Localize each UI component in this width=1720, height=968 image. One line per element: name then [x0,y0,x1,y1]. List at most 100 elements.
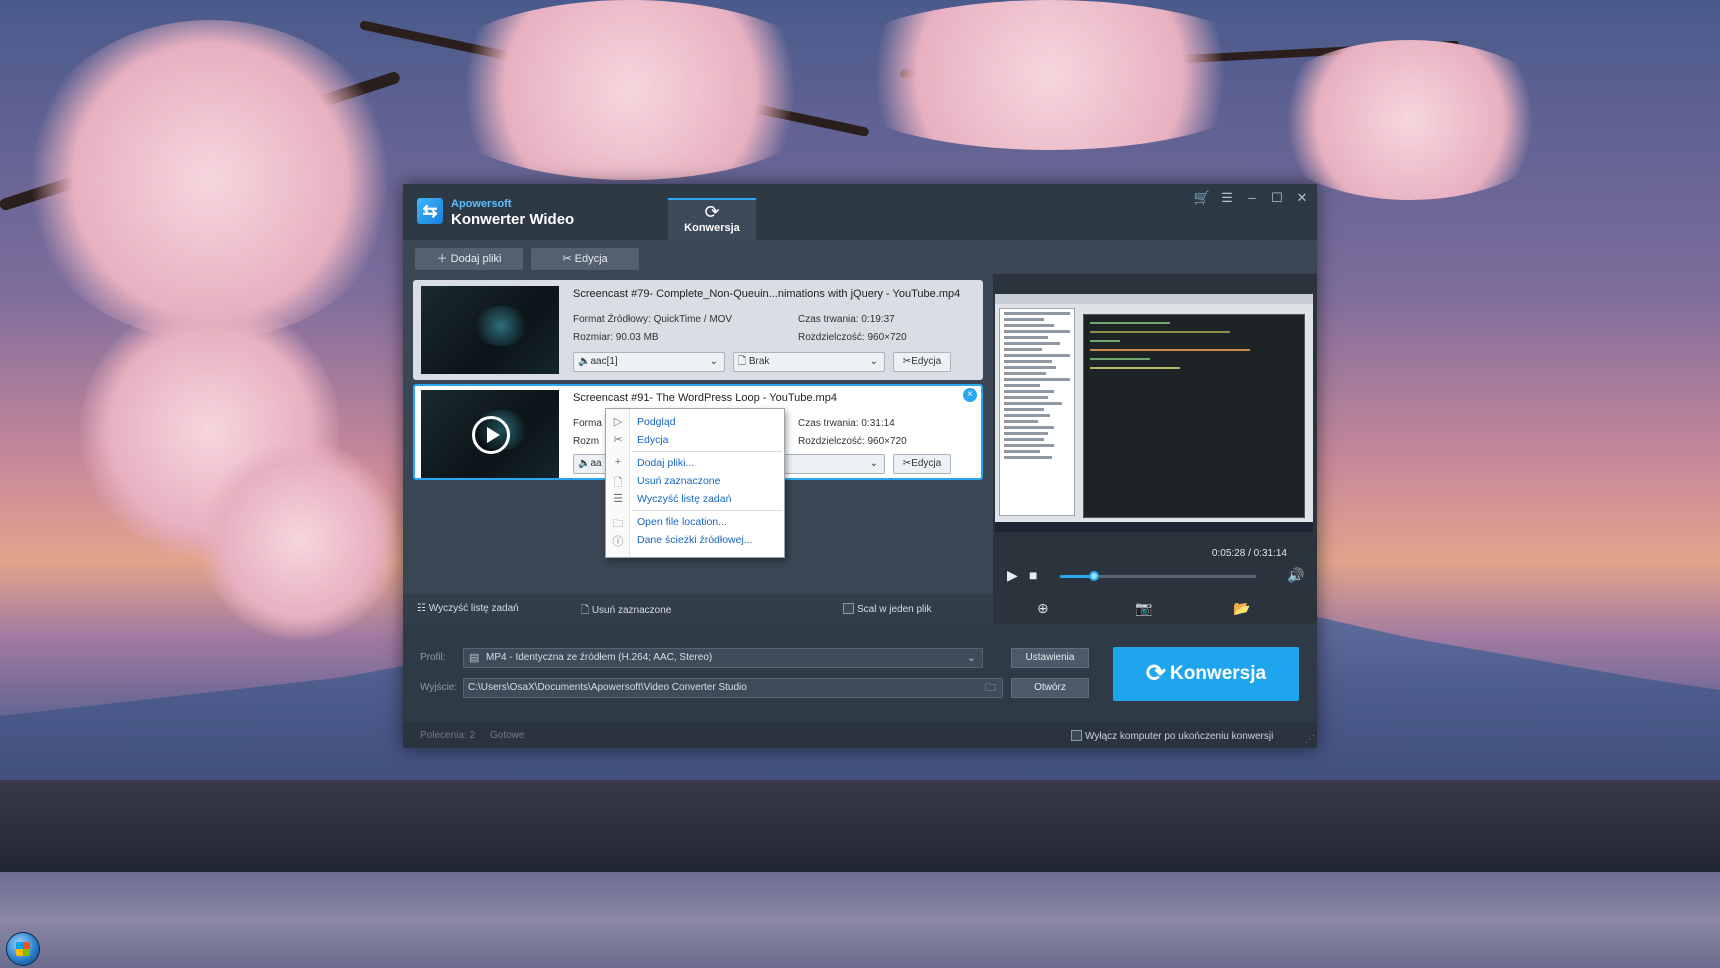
menu-item-open-location[interactable]: 🗀 Open file location... [606,513,784,531]
menu-item-label: Podgląd [637,416,676,428]
file-name: Screencast #79- Complete_Non-Queuin...ni… [573,288,961,300]
menu-item-source-info[interactable]: ⓘ Dane ścieżki źródłowej... [606,531,784,549]
menu-item-label: Dane ścieżki źródłowej... [637,534,753,546]
scissors-icon: ✂ [562,253,572,265]
audio-track-value: aa [590,458,602,469]
resize-grip-icon[interactable]: ⋰ [1305,734,1315,745]
subtitle-value: Brak [748,356,770,367]
output-label: Wyjście: [420,682,458,693]
menu-item-clear-list[interactable]: ☰ Wyczyść listę zadań [606,490,784,508]
output-path-field[interactable]: C:\Users\OsaX\Documents\Apowersoft\Video… [463,678,1003,698]
maximize-button[interactable]: ☐ [1267,190,1287,206]
duration: Czas trwania: 0:31:14 [798,418,895,429]
plus-icon: + [614,456,622,468]
app-title: Konwerter Wideo [451,211,575,228]
play-icon[interactable]: ▶ [1007,567,1018,584]
camera-icon[interactable]: 📷 [1135,600,1152,617]
audio-track-select[interactable]: 🔈aac[1] ⌄ [573,352,725,372]
clear-list-button[interactable]: ☷ Wyczyść listę zadań [417,603,519,614]
audio-track-value: aac[1] [590,356,618,367]
chevron-down-icon: ⌄ [869,458,878,469]
preview-taskbar [995,522,1313,532]
task-item[interactable]: Screencast #79- Complete_Non-Queuin...ni… [413,280,983,380]
wallpaper-blossom [420,0,840,180]
item-edit-button[interactable]: ✂Edycja [893,352,951,372]
chevron-down-icon: ⌄ [709,356,718,367]
cart-icon[interactable]: 🛒 [1192,190,1212,206]
wallpaper-lake [0,872,1720,968]
task-count: Polecenia: 2 [420,730,476,741]
wallpaper-blossom [200,440,400,640]
preview-menubar [995,294,1313,304]
add-files-button[interactable]: ＋ Dodaj pliki [415,248,523,270]
seek-bar[interactable] [1060,571,1256,581]
shutdown-checkbox[interactable]: Wyłącz komputer po ukończeniu konwersji [1071,730,1273,742]
convert-button[interactable]: ⟳ Konwersja [1113,647,1299,701]
speaker-icon: 🔈 [578,356,591,367]
remove-file-icon: 🗋 [581,605,590,616]
merge-checkbox-box[interactable] [843,603,854,614]
profile-label: Profil: [420,652,446,663]
menu-list-icon[interactable]: ☰ [1217,190,1237,206]
menu-item-label: Usuń zaznaczone [637,475,721,487]
settings-button[interactable]: Ustawienia [1011,648,1089,668]
output-path-value: C:\Users\OsaX\Documents\Apowersoft\Video… [468,682,747,693]
info-icon: ⓘ [612,536,624,548]
convert-label: Konwersja [1170,663,1267,684]
minimize-button[interactable]: – [1242,190,1262,205]
remove-item-icon[interactable]: × [963,388,977,402]
play-overlay-icon[interactable] [472,416,510,454]
preview-action-bar: ⊕ 📷 📂 [993,594,1317,624]
menu-item-remove-selected[interactable]: 🗋 Usuń zaznaczone [606,472,784,490]
item-edit-label: Edycja [911,458,942,469]
preview-file-tree [999,308,1075,516]
clear-list-label: Wyczyść listę zadań [428,603,519,614]
scissors-icon: ✂ [902,356,912,367]
preview-video [995,294,1313,532]
wallpaper-blossom [1260,40,1560,200]
item-edit-button[interactable]: ✂Edycja [893,454,951,474]
file-name: Screencast #91- The WordPress Loop - You… [573,392,837,404]
remove-selected-label: Usuń zaznaczone [591,605,672,616]
resolution: Rozdzielczość: 960×720 [798,332,907,343]
volume-icon[interactable]: 🔊 [1287,567,1304,584]
profile-value: MP4 - Identyczna ze źródłem (H.264; AAC,… [486,652,713,663]
scissors-icon: ✂ [902,458,912,469]
subtitle-select[interactable]: 🗋 Brak ⌄ [733,352,885,372]
document-icon: 🗋 [738,356,747,367]
close-button[interactable]: ✕ [1292,190,1312,206]
seek-handle[interactable] [1089,571,1100,581]
duration: Czas trwania: 0:19:37 [798,314,895,325]
menu-item-edit[interactable]: ✂ Edycja [606,431,784,449]
chevron-down-icon: ⌄ [966,652,976,664]
resolution: Rozdzielczość: 960×720 [798,436,907,447]
preview-panel: 0:05:28 / 0:31:14 ▶ ■ 🔊 [993,274,1317,594]
folder-open-icon[interactable]: 📂 [1233,600,1250,617]
zoom-in-icon[interactable]: ⊕ [1037,600,1049,617]
menu-item-add-files[interactable]: + Dodaj pliki... [606,454,784,472]
remove-selected-button[interactable]: 🗋 Usuń zaznaczone [581,603,671,620]
title-bar: ⇆ Apowersoft Konwerter Wideo ⟳ Konwersja… [403,184,1317,240]
tab-konwersja[interactable]: ⟳ Konwersja [668,198,756,240]
profile-select[interactable]: ▤ MP4 - Identyczna ze źródłem (H.264; AA… [463,648,983,668]
menu-item-preview[interactable]: ▷ Podgląd [606,413,784,431]
toolbar: ＋ Dodaj pliki ✂ Edycja [403,240,1317,274]
status-bar: Polecenia: 2 Gotowe Wyłącz komputer po u… [403,722,1317,748]
menu-item-label: Open file location... [637,516,727,528]
plus-icon: ＋ [436,253,448,265]
output-settings: Profil: ▤ MP4 - Identyczna ze źródłem (H… [403,624,1317,722]
merge-checkbox[interactable]: Scal w jeden plik [843,603,931,615]
file-size: Rozmiar: 90.03 MB [573,332,659,343]
shutdown-checkbox-box[interactable] [1071,730,1082,741]
stop-icon[interactable]: ■ [1029,567,1037,583]
merge-label: Scal w jeden plik [857,604,932,615]
folder-icon[interactable]: 🗀 [985,679,996,697]
video-thumbnail [421,390,559,478]
edit-button[interactable]: ✂ Edycja [531,248,639,270]
video-thumbnail [421,286,559,374]
refresh-icon: ⟳ [1145,660,1166,687]
windows-start-button[interactable] [6,932,40,966]
open-button[interactable]: Otwórz [1011,678,1089,698]
app-window: ⇆ Apowersoft Konwerter Wideo ⟳ Konwersja… [403,184,1317,748]
app-logo-icon: ⇆ [417,198,443,224]
